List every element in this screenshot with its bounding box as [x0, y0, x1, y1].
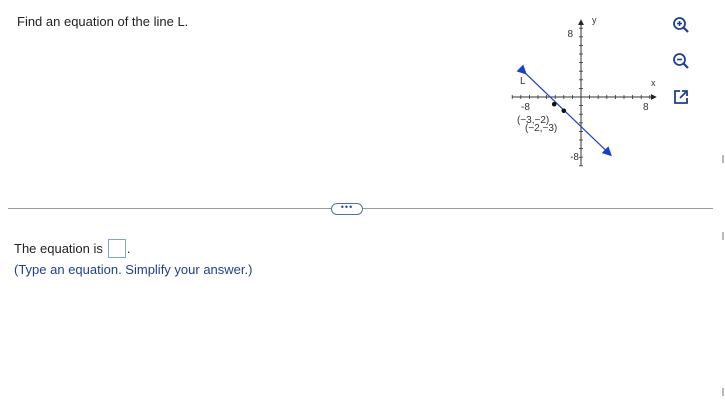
- graph: Ly x -8 8 8 -8 (−3,−2) (−2,−3): [505, 10, 665, 167]
- zoom-in-button[interactable]: [670, 14, 692, 36]
- answer-line: The equation is .: [14, 239, 252, 258]
- zoom-out-icon: [673, 53, 689, 69]
- y-axis-label: y: [592, 15, 597, 25]
- coordinate-graph: Lyx-8 88-8(−3,−2)(−2,−3): [511, 15, 657, 167]
- y-max-label: 8: [567, 29, 573, 40]
- right-edge-marks: [722, 0, 724, 407]
- point-2-label: (−2,−3): [525, 123, 557, 134]
- answer-prefix: The equation is: [14, 241, 103, 256]
- expand-more-button[interactable]: •••: [331, 201, 363, 215]
- popout-icon: [674, 90, 688, 104]
- x-max-label: 8: [643, 102, 649, 113]
- question-text: Find an equation of the line L.: [17, 14, 189, 29]
- popout-button[interactable]: [670, 86, 692, 108]
- zoom-out-button[interactable]: [670, 50, 692, 72]
- answer-suffix: .: [126, 241, 131, 256]
- point-2: [561, 108, 567, 114]
- line-L: [516, 64, 612, 157]
- answer-hint: (Type an equation. Simplify your answer.…: [14, 262, 253, 277]
- y-min-label: -8: [570, 152, 579, 163]
- line-L-label: L: [520, 76, 526, 87]
- more-button-label: •••: [340, 201, 354, 212]
- graph-tools: [670, 14, 694, 122]
- answer-section: The equation is . (Type an equation. Sim…: [14, 239, 252, 277]
- zoom-in-icon: [673, 17, 689, 33]
- x-min-label: -8: [521, 102, 530, 113]
- answer-input[interactable]: [107, 239, 126, 258]
- point-1: [551, 101, 557, 107]
- x-axis-label: x: [651, 78, 656, 88]
